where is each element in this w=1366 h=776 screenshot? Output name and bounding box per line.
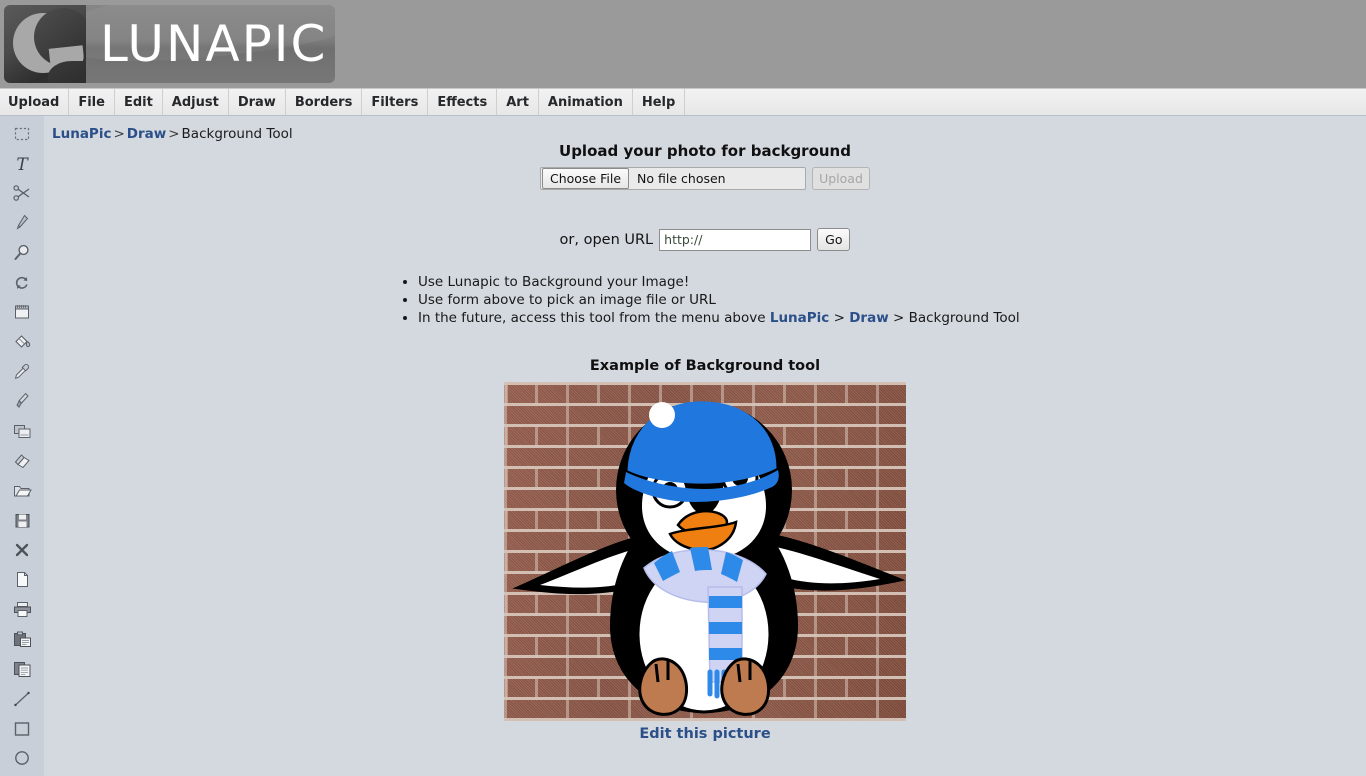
copy-icon[interactable] xyxy=(8,657,36,681)
marquee-select-icon[interactable] xyxy=(8,122,36,146)
penguin-illustration xyxy=(512,401,906,716)
ellipse-icon[interactable] xyxy=(8,746,36,770)
choose-file-button[interactable]: Choose File xyxy=(542,168,630,189)
instruction-suffix: Background Tool xyxy=(908,310,1020,326)
lunapic-logo[interactable]: LUNAPIC xyxy=(4,5,335,83)
close-x-icon[interactable] xyxy=(8,538,36,562)
rotate-icon[interactable] xyxy=(8,271,36,295)
left-toolbar: T xyxy=(0,116,44,776)
example-heading: Example of Background tool xyxy=(589,358,821,374)
file-name-text: No file chosen xyxy=(637,171,726,186)
text-icon[interactable]: T xyxy=(8,152,36,176)
instruction-link-draw[interactable]: Draw xyxy=(849,310,888,326)
logo-plate: LUNAPIC xyxy=(86,5,335,83)
site-header: LUNAPIC xyxy=(0,0,1366,88)
notepad-icon[interactable] xyxy=(8,300,36,324)
menu-item-borders[interactable]: Borders xyxy=(286,89,363,115)
menu-item-effects[interactable]: Effects xyxy=(428,89,498,115)
rectangle-icon[interactable] xyxy=(8,717,36,741)
edit-this-picture-link[interactable]: Edit this picture xyxy=(639,726,770,742)
save-floppy-icon[interactable] xyxy=(8,509,36,533)
url-input[interactable] xyxy=(659,228,812,251)
main-content: LunaPic > Draw > Background Tool Upload your… xyxy=(44,116,1366,770)
example-image xyxy=(504,382,906,721)
menu-item-adjust[interactable]: Adjust xyxy=(163,89,229,115)
main-menu-bar: Upload File Edit Adjust Draw Borders Fil… xyxy=(0,88,1366,116)
list-item: In the future, access this tool from the… xyxy=(418,309,1020,327)
list-item: Use form above to pick an image file or … xyxy=(418,291,1020,309)
menu-item-art[interactable]: Art xyxy=(497,89,539,115)
upload-button[interactable]: Upload xyxy=(812,167,870,190)
paste-icon[interactable] xyxy=(8,627,36,651)
instruction-link-lunapic[interactable]: LunaPic xyxy=(770,310,829,326)
crescent-moon-icon xyxy=(4,5,86,83)
open-folder-icon[interactable] xyxy=(8,479,36,503)
go-button[interactable]: Go xyxy=(817,228,851,251)
pencil-icon[interactable] xyxy=(8,211,36,235)
instruction-prefix: In the future, access this tool from the… xyxy=(418,310,770,326)
eyedropper-icon[interactable] xyxy=(8,360,36,384)
instruction-sep-1: > xyxy=(829,310,850,326)
layers-icon[interactable] xyxy=(8,419,36,443)
list-item: Use Lunapic to Background your Image! xyxy=(418,273,1020,291)
instructions-list: Use Lunapic to Background your Image! Us… xyxy=(400,273,1020,327)
paint-bucket-icon[interactable] xyxy=(8,330,36,354)
menu-item-filters[interactable]: Filters xyxy=(362,89,429,115)
file-input[interactable]: Choose File No file chosen xyxy=(540,167,806,190)
page-body: T LunaPic > Draw > Background Tool Uploa… xyxy=(0,116,1366,776)
magnifier-icon[interactable] xyxy=(8,241,36,265)
menu-item-help[interactable]: Help xyxy=(633,89,686,115)
upload-heading: Upload your photo for background xyxy=(559,142,851,160)
url-label: or, open URL xyxy=(559,231,654,248)
paintbrush-icon[interactable] xyxy=(8,390,36,414)
scissors-icon[interactable] xyxy=(8,181,36,205)
url-open-row: or, open URL Go xyxy=(560,228,851,251)
file-upload-row: Choose File No file chosen Upload xyxy=(540,167,870,190)
menu-item-upload[interactable]: Upload xyxy=(0,89,70,115)
printer-icon[interactable] xyxy=(8,598,36,622)
instruction-sep-2: > xyxy=(888,310,909,326)
menu-item-animation[interactable]: Animation xyxy=(539,89,633,115)
svg-text:T: T xyxy=(16,155,29,173)
line-icon[interactable] xyxy=(8,687,36,711)
eraser-icon[interactable] xyxy=(8,449,36,473)
logo-wordmark: LUNAPIC xyxy=(100,15,328,73)
center-column: Upload your photo for background Choose … xyxy=(44,116,1366,742)
menu-item-edit[interactable]: Edit xyxy=(115,89,163,115)
menu-item-draw[interactable]: Draw xyxy=(229,89,286,115)
menu-item-file[interactable]: File xyxy=(69,89,115,115)
new-page-icon[interactable] xyxy=(8,568,36,592)
